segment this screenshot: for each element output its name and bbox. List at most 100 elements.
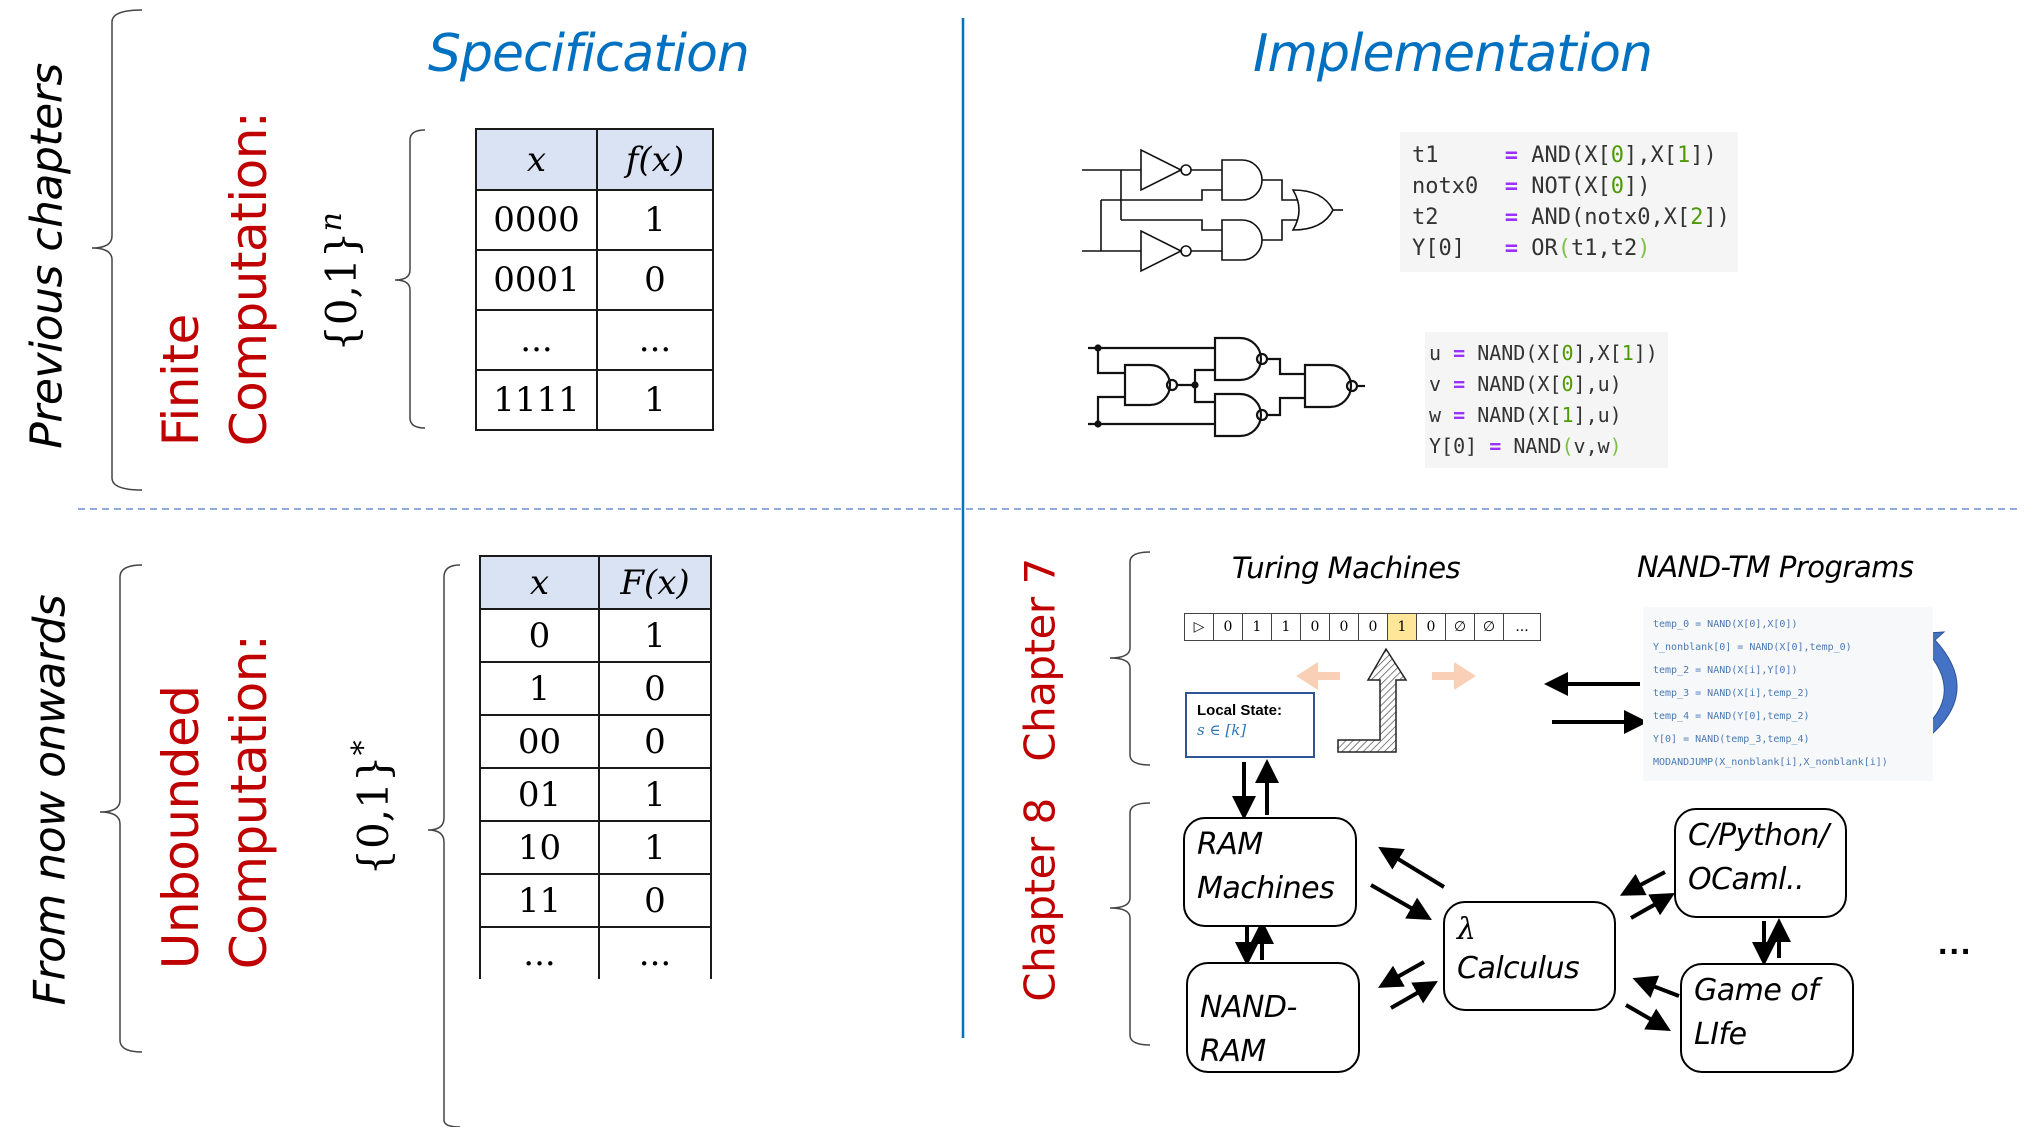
arrow-lambda-to-gol [1624, 1003, 1671, 1032]
arrow-gol-to-lambda [1632, 975, 1680, 998]
code-operator: = [1504, 236, 1518, 261]
input-cell: 0001 [475, 249, 598, 311]
code-token: 1 [1561, 403, 1574, 427]
unbounded-domain-expr: {0,1}* [346, 740, 398, 875]
code-line: Y[0] = NAND(v,w) [1429, 431, 1658, 462]
move-right-arrow-icon [1432, 662, 1476, 690]
tape-cell: ... [1515, 619, 1529, 635]
code-token: ]) [1623, 174, 1651, 199]
code-operator: = [1453, 341, 1466, 365]
code-operator: = [1453, 403, 1466, 427]
arrow-ram-to-lambda [1370, 883, 1432, 920]
specification-heading: Specification [428, 24, 750, 84]
table-row: ...... [479, 926, 712, 979]
nand-tm-heading: NAND-TM Programs [1637, 550, 1914, 584]
unbounded-computation-label: Unbounded Computation: [147, 635, 283, 970]
code-token: t1,t2 [1570, 236, 1638, 261]
input-cell: 1111 [475, 369, 598, 431]
nand-gate-icon [1303, 363, 1353, 409]
code-token: 2 [1690, 205, 1704, 230]
nand-gate-icon [1123, 363, 1172, 407]
input-cell: 01 [479, 767, 600, 822]
code-token: 0 [1610, 174, 1624, 199]
from-now-onwards-label: From now onwards [24, 594, 76, 1006]
code-token: ) [1637, 236, 1651, 261]
circuit-code-block: t1 = AND(X[0],X[1]) notx0 = NOT(X[0]) t2 =… [1400, 132, 1738, 272]
tape-cell: ▷ [1185, 614, 1214, 640]
code-token: ]) [1690, 143, 1717, 168]
nand-tm-code-line: temp_2 = NAND(X[i],Y[0]) [1653, 665, 1798, 676]
tape-cell: ∅ [1475, 614, 1504, 640]
and-gate-icon [1221, 159, 1263, 201]
output-cell: 0 [598, 714, 712, 769]
unbounded-table-body: 0 1 1 0 00 0 01 1 10 1 11 0...... [479, 608, 712, 979]
ram-machines-box: RAM Machines [1183, 817, 1357, 927]
arrow-cpython-to-lambda [1619, 870, 1666, 896]
code-line: v = NAND(X[0],u) [1429, 369, 1658, 400]
finite-table-body: 0000 1 0001 0...... 1111 1 [475, 189, 714, 431]
code-operator: = [1504, 174, 1518, 199]
tm-head-arrows [1296, 647, 1476, 753]
table-row: 1111 1 [475, 369, 714, 431]
code-lhs: v [1429, 372, 1442, 396]
tape-cell: 1 [1243, 614, 1272, 640]
table-header-x: x [475, 128, 598, 191]
nand-tm-code-line: MODANDJUMP(X_nonblank[i],X_nonblank[i]) [1653, 757, 1888, 768]
nand-tm-code-line: temp_3 = NAND(X[i],temp_2) [1653, 688, 1810, 699]
nand-tm-code-line: temp_4 = NAND(Y[0],temp_2) [1653, 711, 1810, 722]
finite-computation-line1: Finite [152, 314, 210, 447]
code-token: v,w [1573, 434, 1610, 458]
code-lhs: w [1429, 403, 1442, 427]
local-state-box: Local State: s ∈ [k] [1185, 692, 1315, 758]
brace-chapter8 [1109, 802, 1151, 1046]
chapter7-label: Chapter 7 [1015, 558, 1065, 762]
move-left-arrow-icon [1296, 662, 1340, 690]
finite-domain-expr: {0,1}n [314, 212, 366, 352]
input-cell: 00 [479, 714, 600, 769]
code-operator: = [1489, 434, 1502, 458]
input-cell: 10 [479, 820, 600, 875]
domain-base: {0,1} [317, 231, 366, 352]
code-operator: = [1504, 205, 1518, 230]
output-cell: ... [596, 309, 714, 371]
tape-cell: ∅ [1446, 614, 1475, 640]
code-lhs: t2 [1412, 205, 1492, 230]
input-cell: 0 [479, 608, 600, 663]
code-token: ],u) [1573, 372, 1622, 396]
unbounded-computation-line1: Unbounded [152, 685, 210, 970]
table-row: 00 0 [479, 714, 712, 769]
domain-sup: n [314, 212, 349, 232]
code-token: ],X[ [1573, 341, 1622, 365]
implementation-heading: Implementation [1253, 24, 1653, 84]
output-cell: 0 [598, 661, 712, 716]
tm-tape: ▷ 0 1 1 0 0 0 1 0 ∅ ∅... [1184, 613, 1541, 641]
chapter8-label: Chapter 8 [1015, 798, 1065, 1002]
output-cell: 0 [598, 873, 712, 928]
code-token: ]) [1633, 341, 1658, 365]
previous-chapters-label: Previous chapters [21, 63, 73, 449]
brace-from-now-onwards [99, 564, 143, 1053]
unbounded-truth-table: x F(x) 0 1 1 0 00 0 01 1 10 1 11 0...... [479, 555, 712, 979]
code-line: t2 = AND(notx0,X[2]) [1412, 202, 1730, 233]
output-cell: 1 [596, 189, 714, 251]
table-header-Fx: F(x) [598, 555, 712, 610]
table-row: 01 1 [479, 767, 712, 822]
code-token: NAND [1513, 434, 1562, 458]
tape-cell: 1 [1272, 614, 1301, 640]
input-cell: 1 [479, 661, 600, 716]
code-token: 0 [1610, 143, 1624, 168]
code-token: ],X[ [1623, 143, 1677, 168]
arrow-lambda-to-nandram [1378, 960, 1425, 988]
finite-computation-line2: Computation: [220, 111, 278, 447]
domain-base: {0,1} [349, 755, 398, 876]
code-token: 0 [1561, 341, 1574, 365]
table-row: 01 [479, 608, 712, 663]
local-state-expr: s ∈ [k] [1197, 721, 1247, 739]
table-row: 10 [479, 661, 712, 716]
nand-tm-code-line: temp_0 = NAND(X[0],X[0]) [1653, 619, 1798, 630]
table-header-fx: f(x) [596, 128, 714, 191]
code-line: u = NAND(X[0],X[1]) [1429, 338, 1658, 369]
code-operator: = [1504, 143, 1518, 168]
nand-ram-box: NAND- RAM [1186, 962, 1360, 1073]
code-token: NAND(X[ [1477, 341, 1562, 365]
